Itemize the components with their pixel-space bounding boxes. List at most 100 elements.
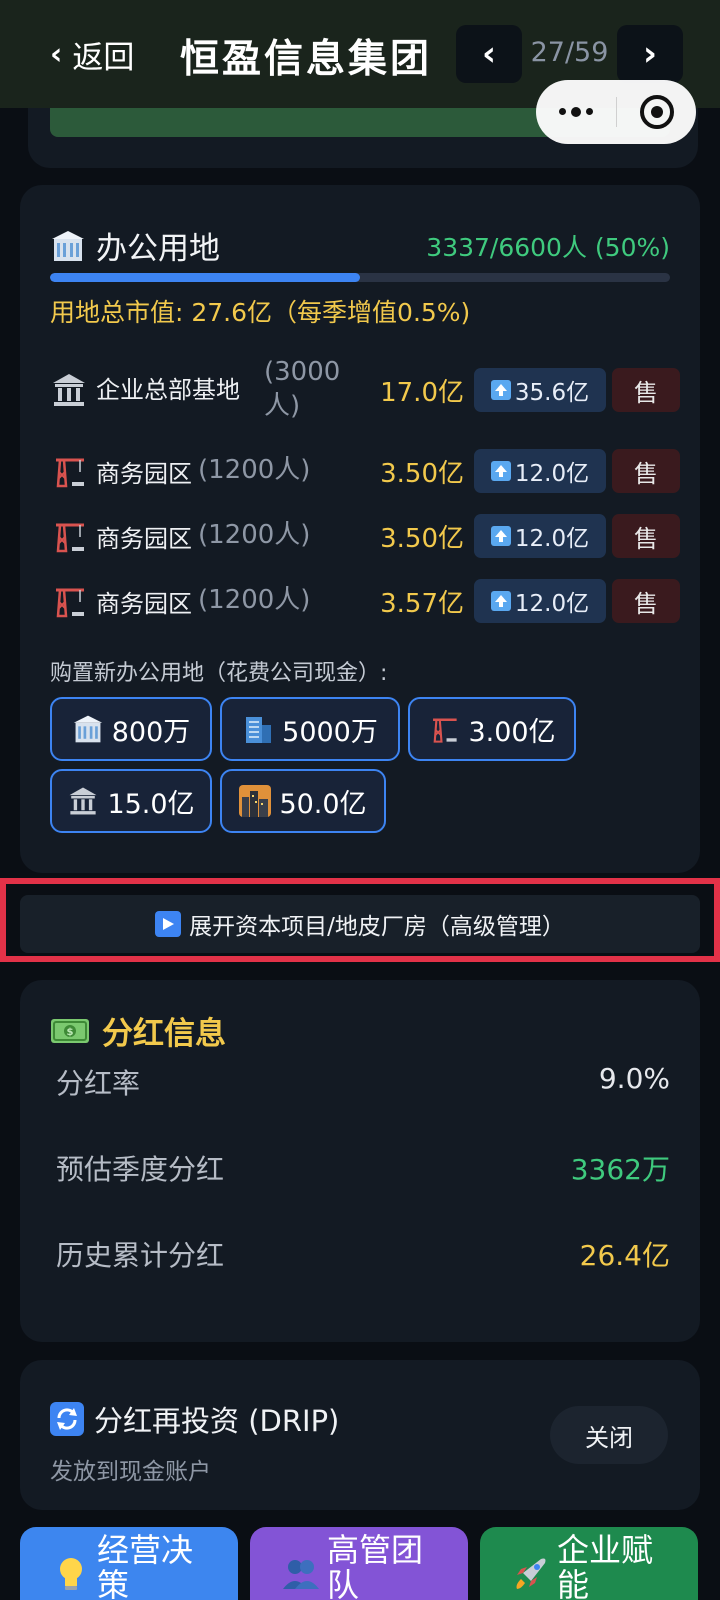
land-row: 企业总部基地 (3000人) 17.0亿 35.6亿 售 bbox=[50, 345, 680, 435]
land-row: 商务园区 (1200人) 3.50亿 12.0亿 售 bbox=[50, 508, 680, 564]
capacity-progress-bar bbox=[50, 273, 670, 282]
buy-land-button[interactable]: 800万 bbox=[50, 697, 212, 761]
crane-icon bbox=[56, 523, 84, 553]
land-capacity: 3337/6600人 (50%) bbox=[426, 232, 670, 262]
buy-price: 800万 bbox=[111, 716, 191, 748]
nav-business-decisions[interactable]: 经营决策 bbox=[20, 1527, 238, 1600]
dividend-title: $ 分红信息 bbox=[50, 1008, 226, 1053]
close-mini-program-button[interactable] bbox=[617, 95, 696, 129]
buy-land-button[interactable]: 15.0亿 bbox=[50, 769, 212, 833]
svg-text:$: $ bbox=[67, 1027, 74, 1038]
upgrade-button[interactable]: 12.0亿 bbox=[474, 579, 606, 623]
upgrade-cost: 12.0亿 bbox=[514, 526, 590, 552]
land-title: 办公用地 bbox=[50, 223, 220, 268]
land-row-capacity: (1200人) bbox=[198, 585, 311, 616]
land-row: 商务园区 (1200人) 3.57亿 12.0亿 售 bbox=[50, 573, 680, 629]
drip-title-text: 分红再投资 (DRIP) bbox=[94, 1404, 340, 1438]
upgrade-cost: 35.6亿 bbox=[514, 380, 590, 406]
cumulative-dividend-row: 历史累计分红 26.4亿 bbox=[56, 1234, 670, 1274]
buy-land-button[interactable]: 50.0亿 bbox=[220, 769, 386, 833]
land-row-name: 商务园区 bbox=[96, 459, 192, 488]
buy-price: 3.00亿 bbox=[468, 716, 556, 748]
capacity-progress-fill bbox=[50, 273, 360, 282]
land-row-capacity: (3000人) bbox=[264, 357, 341, 421]
buy-price: 15.0亿 bbox=[107, 788, 195, 820]
up-arrow-icon bbox=[490, 461, 511, 481]
drip-subtitle: 发放到现金账户 bbox=[50, 1459, 211, 1485]
bank-icon bbox=[53, 374, 85, 406]
nav-executive-team[interactable]: 高管团队 bbox=[250, 1527, 468, 1600]
highlight-box bbox=[0, 878, 720, 962]
nav-label: 经营决策 bbox=[97, 1531, 194, 1600]
up-arrow-icon bbox=[490, 526, 511, 546]
cumulative-dividend-label: 历史累计分红 bbox=[56, 1239, 225, 1272]
land-row-value: 17.0亿 bbox=[380, 377, 464, 408]
money-icon: $ bbox=[51, 1018, 89, 1043]
land-row-value: 3.50亿 bbox=[380, 458, 464, 489]
dividend-card: $ 分红信息 分红率 9.0% 预估季度分红 3362万 历史累计分红 26.4… bbox=[20, 980, 700, 1342]
land-title-text: 办公用地 bbox=[96, 231, 220, 267]
dividend-rate-label: 分红率 bbox=[56, 1067, 141, 1100]
land-row-capacity: (1200人) bbox=[198, 520, 311, 551]
target-icon bbox=[639, 95, 674, 129]
nav-label: 高管团队 bbox=[327, 1531, 424, 1600]
land-row-name: 商务园区 bbox=[96, 524, 192, 553]
crane-icon bbox=[56, 458, 84, 488]
back-label: 返回 bbox=[72, 39, 135, 76]
refresh-icon bbox=[50, 1402, 84, 1436]
back-button[interactable]: ‹ 返回 bbox=[50, 32, 134, 76]
dividend-rate-row: 分红率 9.0% bbox=[56, 1062, 670, 1102]
chevron-left-icon: ‹ bbox=[50, 36, 63, 72]
sell-button[interactable]: 售 bbox=[612, 449, 680, 493]
land-row-value: 3.57亿 bbox=[380, 588, 464, 619]
next-page-button[interactable]: › bbox=[617, 25, 683, 83]
cumulative-dividend-value: 26.4亿 bbox=[579, 1239, 670, 1272]
office-building-icon bbox=[52, 230, 84, 261]
land-row: 商务园区 (1200人) 3.50亿 12.0亿 售 bbox=[50, 443, 680, 499]
office-land-card: 办公用地 3337/6600人 (50%) 用地总市值: 27.6亿（每季增值0… bbox=[20, 185, 700, 873]
buy-land-label: 购置新办公用地（花费公司现金）: bbox=[50, 661, 388, 686]
estimated-dividend-row: 预估季度分红 3362万 bbox=[56, 1148, 670, 1188]
upgrade-cost: 12.0亿 bbox=[514, 591, 590, 617]
up-arrow-icon bbox=[490, 591, 511, 611]
dividend-title-text: 分红信息 bbox=[102, 1016, 226, 1052]
crane-icon bbox=[56, 588, 84, 618]
more-menu-button[interactable] bbox=[536, 106, 616, 117]
drip-title: 分红再投资 (DRIP) bbox=[50, 1398, 339, 1440]
dividend-rate-value: 9.0% bbox=[598, 1062, 670, 1095]
rocket-icon bbox=[516, 1558, 546, 1589]
page-counter: 27/59 bbox=[530, 37, 609, 68]
page-title: 恒盈信息集团 bbox=[180, 37, 433, 82]
land-row-capacity: (1200人) bbox=[198, 455, 311, 486]
lightbulb-icon bbox=[60, 1558, 82, 1590]
nav-enterprise-empowerment[interactable]: 企业赋能 bbox=[480, 1527, 698, 1600]
upgrade-cost: 12.0亿 bbox=[514, 461, 590, 487]
up-arrow-icon bbox=[490, 380, 511, 400]
land-market-value: 用地总市值: 27.6亿（每季增值0.5%) bbox=[50, 298, 471, 327]
buy-land-button[interactable]: 5000万 bbox=[220, 697, 400, 761]
drip-card: 分红再投资 (DRIP) 发放到现金账户 关闭 bbox=[20, 1360, 700, 1510]
crane-icon bbox=[433, 718, 458, 743]
land-row-name: 商务园区 bbox=[96, 589, 192, 618]
sell-button[interactable]: 售 bbox=[612, 368, 680, 412]
upgrade-button[interactable]: 12.0亿 bbox=[474, 514, 606, 558]
buy-price: 50.0亿 bbox=[279, 788, 367, 820]
land-row-value: 3.50亿 bbox=[380, 523, 464, 554]
people-icon bbox=[283, 1560, 319, 1589]
nav-label: 企业赋能 bbox=[557, 1531, 654, 1600]
sell-button[interactable]: 售 bbox=[612, 514, 680, 558]
buy-price: 5000万 bbox=[282, 716, 378, 748]
upgrade-button[interactable]: 12.0亿 bbox=[474, 449, 606, 493]
land-row-name: 企业总部基地 bbox=[96, 375, 240, 404]
estimated-dividend-value: 3362万 bbox=[570, 1153, 670, 1186]
drip-toggle-button[interactable]: 关闭 bbox=[550, 1406, 668, 1464]
city-icon bbox=[239, 785, 272, 817]
office-building-icon bbox=[73, 715, 102, 743]
buy-land-button[interactable]: 3.00亿 bbox=[408, 697, 576, 761]
estimated-dividend-label: 预估季度分红 bbox=[56, 1153, 225, 1186]
sell-button[interactable]: 售 bbox=[612, 579, 680, 623]
bank-icon bbox=[69, 787, 97, 815]
upgrade-button[interactable]: 35.6亿 bbox=[474, 368, 606, 412]
tall-building-icon bbox=[246, 717, 272, 743]
prev-page-button[interactable]: ‹ bbox=[456, 25, 522, 83]
